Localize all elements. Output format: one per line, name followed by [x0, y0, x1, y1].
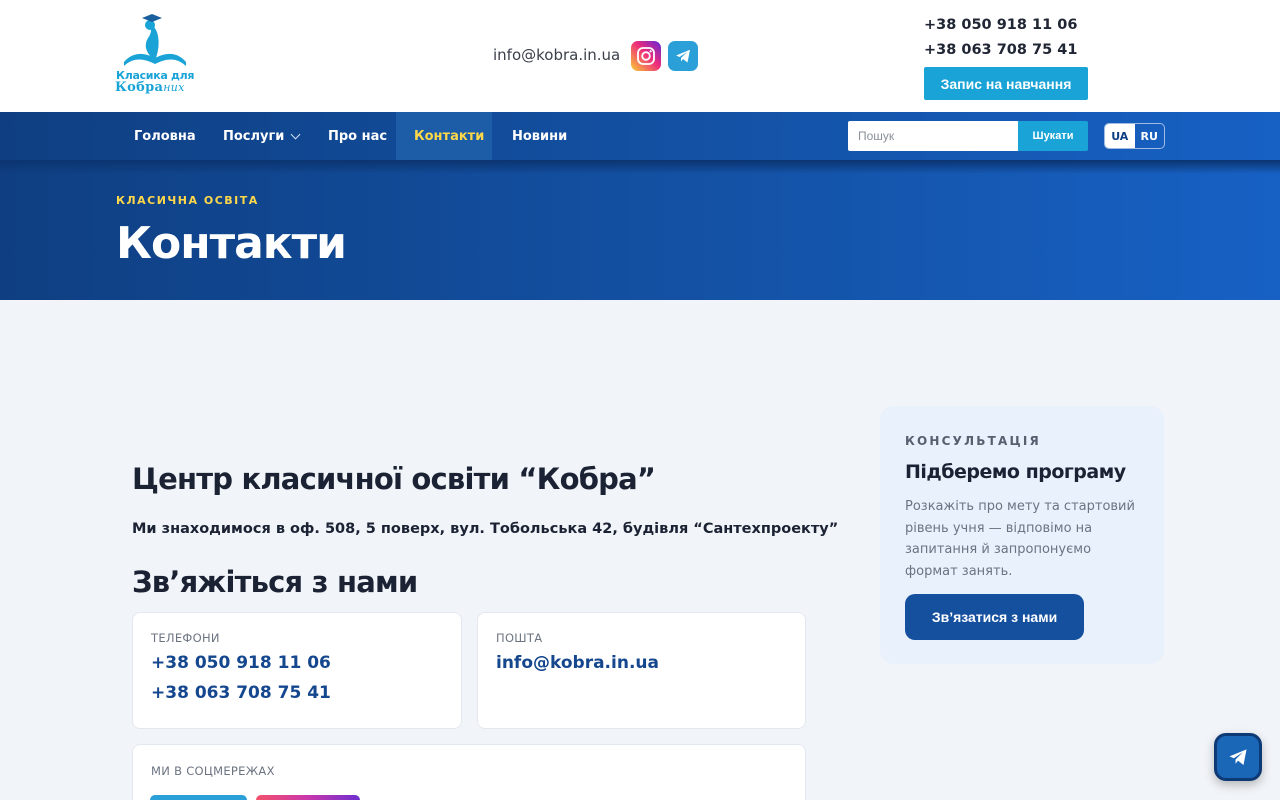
instagram-icon[interactable]: [631, 41, 661, 71]
page-title: Контакти: [116, 218, 347, 269]
floating-telegram-button[interactable]: [1214, 733, 1262, 781]
nav-item-services[interactable]: Послуги: [205, 112, 317, 160]
lang-ru[interactable]: RU: [1135, 124, 1165, 148]
nav-item-news[interactable]: Новини: [494, 112, 585, 160]
phones-card-label: ТЕЛЕФОНИ: [151, 631, 220, 645]
nav-shadow: [0, 160, 1280, 174]
contact-title: Зв’яжіться з нами: [132, 565, 418, 599]
hero-banner: Головна Послуги Про нас Контакти Новини …: [0, 112, 1280, 300]
header-email-link[interactable]: info@kobra.in.ua: [493, 46, 620, 64]
search-button[interactable]: Шукати: [1018, 121, 1088, 151]
language-switcher: UA RU: [1104, 123, 1165, 149]
nav-item-label: Новини: [512, 128, 568, 144]
logo-line2-prefix: Кобра: [115, 80, 164, 95]
email-card-label: ПОШТА: [496, 631, 543, 645]
phones-card: ТЕЛЕФОНИ +38 050 918 11 06 +38 063 708 7…: [132, 612, 462, 729]
nav-item-label: Головна: [134, 128, 196, 144]
header-phones: +38 050 918 11 06 +38 063 708 75 41: [924, 13, 1077, 63]
email-link[interactable]: info@kobra.in.ua: [496, 653, 787, 673]
top-header: Класика для Кобраних info@kobra.in.ua +3…: [0, 0, 1280, 112]
nav-item-home[interactable]: Головна: [116, 112, 214, 160]
social-card-label: МИ В СОЦМЕРЕЖАХ: [151, 764, 275, 778]
telegram-icon[interactable]: [668, 41, 698, 71]
nav-item-about[interactable]: Про нас: [310, 112, 405, 160]
social-card: МИ В СОЦМЕРЕЖАХ: [132, 744, 806, 800]
contact-us-button[interactable]: Зв’язатися з нами: [905, 594, 1084, 640]
header-phone-2[interactable]: +38 063 708 75 41: [924, 38, 1077, 63]
email-card: ПОШТА info@kobra.in.ua: [477, 612, 806, 729]
site-logo[interactable]: Класика для Кобраних: [112, 12, 198, 100]
search-input[interactable]: [848, 121, 1018, 151]
enroll-button[interactable]: Запис на навчання: [924, 67, 1088, 100]
consultation-text: Розкажіть про мету та стартовий рівень у…: [905, 499, 1135, 579]
lang-ua[interactable]: UA: [1105, 124, 1135, 148]
nav-item-label: Про нас: [328, 128, 388, 144]
consultation-kicker: КОНСУЛЬТАЦІЯ: [905, 434, 1041, 448]
phone-link-1[interactable]: +38 050 918 11 06: [151, 653, 443, 673]
telegram-social-button[interactable]: [150, 795, 247, 800]
nav-item-label: Контакти: [414, 128, 485, 144]
nav-item-contacts[interactable]: Контакти: [396, 112, 492, 160]
instagram-social-button[interactable]: [256, 795, 360, 800]
address-text: Ми знаходимося в оф. 508, 5 поверх, вул.…: [132, 521, 839, 537]
hero-kicker: КЛАСИЧНА ОСВІТА: [116, 194, 259, 207]
chevron-down-icon: [290, 129, 301, 139]
header-phone-1[interactable]: +38 050 918 11 06: [924, 13, 1077, 38]
consultation-title: Підберемо програму: [905, 461, 1126, 483]
consultation-panel: КОНСУЛЬТАЦІЯ Підберемо програму Розкажіт…: [880, 406, 1164, 664]
nav-item-label: Послуги: [223, 128, 285, 144]
logo-line2: Кобраних: [115, 80, 185, 95]
center-title: Центр класичної освіти “Кобра”: [132, 462, 656, 496]
cobra-book-icon: [124, 14, 186, 66]
main-nav: Головна Послуги Про нас Контакти Новини …: [0, 112, 1280, 160]
telegram-icon: [1229, 749, 1247, 765]
logo-line2-suffix: них: [163, 81, 185, 94]
phone-link-2[interactable]: +38 063 708 75 41: [151, 683, 443, 703]
